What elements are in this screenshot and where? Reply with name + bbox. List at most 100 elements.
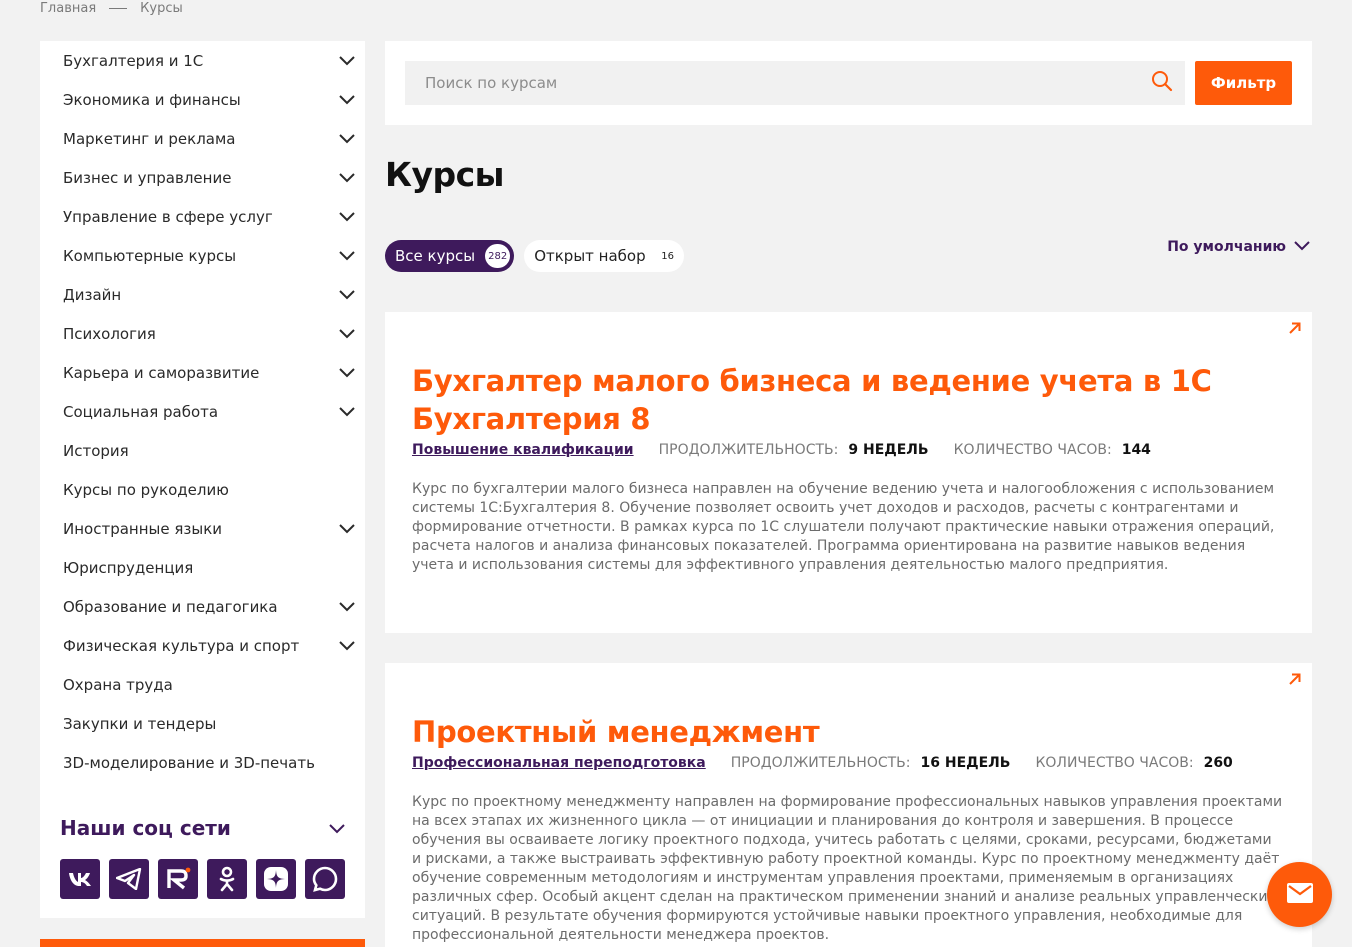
sidebar-category-label: Физическая культура и спорт — [63, 636, 300, 655]
sidebar-category-label: Бухгалтерия и 1С — [63, 51, 204, 70]
chevron-down-icon[interactable] — [339, 367, 355, 378]
sidebar-category-label: Экономика и финансы — [63, 90, 241, 109]
sidebar-category-label: История — [63, 441, 129, 460]
sidebar-category-item[interactable]: Социальная работа — [40, 392, 365, 431]
sidebar-category-label: Образование и педагогика — [63, 597, 278, 616]
chevron-down-icon[interactable] — [339, 133, 355, 144]
search-icon[interactable] — [1151, 70, 1173, 96]
sidebar-category-item[interactable]: Юриспруденция — [40, 548, 365, 587]
sidebar-category-label: 3D-моделирование и 3D-печать — [63, 753, 315, 772]
breadcrumb-current: Курсы — [140, 1, 183, 16]
tab-open-enrollment[interactable]: Открыт набор 16 — [524, 240, 684, 272]
social-icons — [60, 859, 345, 899]
chevron-down-icon[interactable] — [339, 406, 355, 417]
sidebar-category-item[interactable]: Маркетинг и реклама — [40, 119, 365, 158]
breadcrumb-home-link[interactable]: Главная — [40, 1, 96, 16]
search-panel: Фильтр — [385, 41, 1312, 125]
sidebar-category-item[interactable]: 3D-моделирование и 3D-печать — [40, 743, 365, 782]
hours-value: 260 — [1203, 755, 1233, 771]
duration-label: Продолжительность: — [658, 442, 839, 458]
sidebar-category-item[interactable]: Управление в сфере услуг — [40, 197, 365, 236]
sidebar-category-item[interactable]: История — [40, 431, 365, 470]
sidebar-category-label: Управление в сфере услуг — [63, 207, 273, 226]
social-section-header[interactable]: Наши соц сети — [60, 816, 345, 840]
sidebar-category-label: Маркетинг и реклама — [63, 129, 236, 148]
sidebar-category-item[interactable]: Карьера и саморазвитие — [40, 353, 365, 392]
sidebar-category-item[interactable]: Дизайн — [40, 275, 365, 314]
sort-dropdown[interactable]: По умолчанию — [1167, 239, 1310, 255]
duration-value: 16 недель — [920, 755, 1011, 771]
category-list: Бухгалтерия и 1С Экономика и финансы Марке… — [40, 41, 365, 782]
chevron-down-icon[interactable] — [339, 172, 355, 183]
contact-mail-button[interactable] — [1267, 862, 1332, 927]
tab-label: Открыт набор — [534, 247, 646, 265]
course-type-link[interactable]: Повышение квалификации — [412, 442, 634, 458]
sidebar-category-label: Дизайн — [63, 285, 122, 304]
hours-value: 144 — [1121, 442, 1151, 458]
chevron-down-icon — [1294, 239, 1310, 255]
chevron-down-icon[interactable] — [339, 250, 355, 261]
sidebar-category-item[interactable]: Бухгалтерия и 1С — [40, 41, 365, 80]
telegram-icon[interactable] — [109, 859, 149, 899]
sidebar-category-label: Юриспруденция — [63, 558, 194, 577]
max-icon[interactable] — [305, 859, 345, 899]
vk-icon[interactable] — [60, 859, 100, 899]
chevron-down-icon[interactable] — [339, 211, 355, 222]
chevron-down-icon[interactable] — [339, 289, 355, 300]
chevron-down-icon[interactable] — [339, 601, 355, 612]
chevron-down-icon[interactable] — [339, 640, 355, 651]
sidebar-category-label: Курсы по рукоделию — [63, 480, 229, 499]
course-card[interactable]: Проектный менеджмент Профессиональная пе… — [385, 663, 1312, 947]
sidebar-category-item[interactable]: Образование и педагогика — [40, 587, 365, 626]
sidebar-category-label: Закупки и тендеры — [63, 714, 217, 733]
search-input[interactable] — [425, 74, 1151, 92]
sidebar-category-label: Социальная работа — [63, 402, 219, 421]
sort-label: По умолчанию — [1167, 239, 1286, 255]
course-type-link[interactable]: Профессиональная переподготовка — [412, 755, 706, 771]
sidebar-category-item[interactable]: Курсы по рукоделию — [40, 470, 365, 509]
course-tabs: Все курсы 282 Открыт набор 16 — [385, 240, 684, 272]
sidebar-category-item[interactable]: Охрана труда — [40, 665, 365, 704]
sidebar-category-label: Компьютерные курсы — [63, 246, 237, 265]
sidebar-category-item[interactable]: Иностранные языки — [40, 509, 365, 548]
chevron-down-icon[interactable] — [339, 55, 355, 66]
hours-label: Количество часов: — [953, 442, 1112, 458]
sidebar-category-item[interactable]: Психология — [40, 314, 365, 353]
filter-button[interactable]: Фильтр — [1195, 61, 1292, 105]
sidebar-category-label: Психология — [63, 324, 156, 343]
dzen-icon[interactable] — [256, 859, 296, 899]
mail-icon — [1286, 882, 1313, 907]
sidebar-category-item[interactable]: Экономика и финансы — [40, 80, 365, 119]
sidebar-category-item[interactable]: Компьютерные курсы — [40, 236, 365, 275]
rutube-icon[interactable] — [158, 859, 198, 899]
course-description: Курс по проектному менеджменту направлен… — [412, 794, 1283, 943]
arrow-up-right-icon[interactable] — [1288, 320, 1302, 334]
tab-count-badge: 16 — [655, 244, 680, 268]
social-title: Наши соц сети — [60, 816, 231, 840]
chevron-down-icon[interactable] — [339, 94, 355, 105]
odnoklassniki-icon[interactable] — [207, 859, 247, 899]
sidebar-bottom-button[interactable] — [40, 939, 365, 947]
tab-all-courses[interactable]: Все курсы 282 — [385, 240, 515, 272]
duration-value: 9 недель — [848, 442, 929, 458]
sidebar-category-label: Иностранные языки — [63, 519, 223, 538]
course-description: Курс по бухгалтерии малого бизнеса напра… — [412, 481, 1275, 573]
course-card[interactable]: Бухгалтер малого бизнеса и ведение учета… — [385, 312, 1312, 633]
page-title: Курсы — [385, 155, 505, 194]
chevron-down-icon[interactable] — [339, 328, 355, 339]
category-sidebar: Бухгалтерия и 1С Экономика и финансы Марке… — [40, 41, 365, 918]
chevron-down-icon[interactable] — [339, 523, 355, 534]
sidebar-category-label: Карьера и саморазвитие — [63, 363, 260, 382]
tab-label: Все курсы — [395, 247, 476, 265]
arrow-up-right-icon[interactable] — [1288, 671, 1302, 685]
duration-label: Продолжительность: — [730, 755, 911, 771]
course-title[interactable]: Проектный менеджмент — [412, 713, 1285, 751]
sidebar-category-label: Бизнес и управление — [63, 168, 232, 187]
tab-count-badge: 282 — [485, 244, 511, 268]
sidebar-category-item[interactable]: Бизнес и управление — [40, 158, 365, 197]
breadcrumb-separator — [109, 8, 128, 9]
course-title[interactable]: Бухгалтер малого бизнеса и ведение учета… — [412, 362, 1285, 438]
sidebar-category-item[interactable]: Физическая культура и спорт — [40, 626, 365, 665]
course-meta: Повышение квалификации Продолжительность… — [412, 442, 1285, 462]
sidebar-category-item[interactable]: Закупки и тендеры — [40, 704, 365, 743]
